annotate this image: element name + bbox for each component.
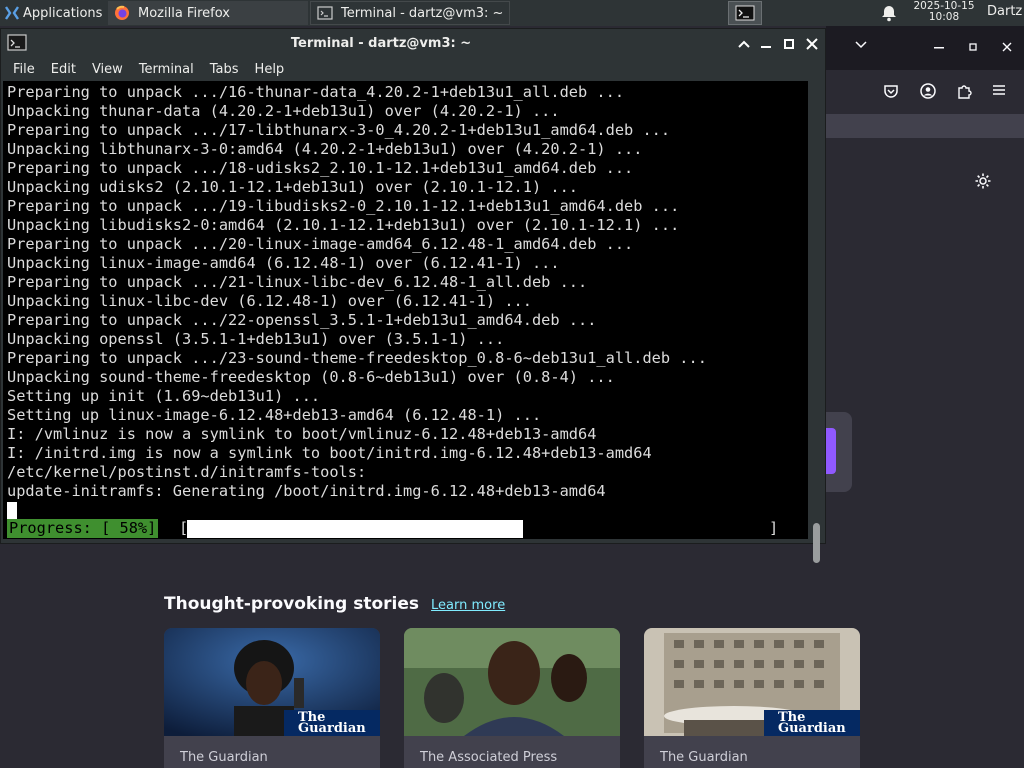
story-source: The Guardian	[660, 750, 748, 765]
notification-bell-icon[interactable]	[881, 4, 897, 22]
minimize-icon	[761, 46, 771, 48]
terminal-line: Setting up init (1.69~deb13u1) ...	[7, 387, 321, 405]
taskbar-terminal[interactable]: Terminal - dartz@vm3: ~	[310, 1, 510, 25]
terminal-lines: Preparing to unpack .../16-thunar-data_4…	[7, 83, 707, 501]
story-image	[404, 628, 620, 736]
terminal-cursor	[7, 502, 17, 519]
applications-label: Applications	[23, 5, 103, 21]
shade-button[interactable]	[735, 35, 753, 53]
scrollbar-thumb[interactable]	[813, 523, 820, 563]
guardian-logo: The Guardian	[764, 710, 860, 736]
terminal-line: Preparing to unpack .../21-linux-libc-de…	[7, 273, 588, 291]
terminal-icon	[317, 6, 333, 20]
learn-more-link[interactable]: Learn more	[431, 598, 505, 613]
stories-header: Thought-provoking stories Learn more	[164, 594, 505, 614]
settings-gear-icon[interactable]	[974, 172, 992, 190]
terminal-launcher-icon[interactable]	[728, 1, 762, 25]
terminal-line: Preparing to unpack .../18-udisks2_2.10.…	[7, 159, 634, 177]
story-source: The Guardian	[180, 750, 268, 765]
terminal-line: Preparing to unpack .../17-libthunarx-3-…	[7, 121, 671, 139]
progress-track	[187, 520, 767, 538]
terminal-line: Preparing to unpack .../19-libudisks2-0_…	[7, 197, 680, 215]
apt-progress-bar: Progress: [ 58%] [ ]	[7, 519, 807, 539]
terminal-title: Terminal - dartz@vm3: ~	[290, 36, 472, 51]
story-card[interactable]: The Associated Press	[404, 628, 620, 768]
terminal-line: Setting up linux-image-6.12.48+deb13-amd…	[7, 406, 542, 424]
terminal-line: Unpacking openssl (3.5.1-1+deb13u1) over…	[7, 330, 505, 348]
widget-accent	[826, 428, 836, 474]
terminal-line: Unpacking linux-libc-dev (6.12.48-1) ove…	[7, 292, 532, 310]
taskbar-firefox-title: Mozilla Firefox	[138, 5, 230, 21]
chevron-down-icon[interactable]	[854, 40, 868, 50]
terminal-line: Unpacking libudisks2-0:amd64 (2.10.1-12.…	[7, 216, 680, 234]
progress-label: Progress: [ 58%]	[7, 519, 159, 538]
terminal-line: Preparing to unpack .../22-openssl_3.5.1…	[7, 311, 597, 329]
story-card[interactable]: The Guardian The Guardian	[164, 628, 380, 768]
menu-view[interactable]: View	[92, 62, 123, 77]
menu-edit[interactable]: Edit	[51, 62, 76, 77]
progress-fill	[187, 520, 523, 538]
terminal-line: Unpacking sound-theme-freedesktop (0.8-6…	[7, 368, 615, 386]
menu-terminal[interactable]: Terminal	[139, 62, 194, 77]
clock[interactable]: 2025-10-15 10:08	[908, 1, 980, 23]
menu-file[interactable]: File	[13, 62, 35, 77]
terminal-line: Preparing to unpack .../23-sound-theme-f…	[7, 349, 707, 367]
xfce-logo-icon	[5, 6, 19, 20]
pocket-icon[interactable]	[883, 83, 899, 99]
progress-close-bracket: ]	[769, 519, 779, 537]
terminal-menubar: File Edit View Terminal Tabs Help	[1, 58, 825, 80]
close-button[interactable]	[803, 35, 821, 53]
terminal-window: Terminal - dartz@vm3: ~ File Edit View T…	[0, 28, 826, 563]
firefox-icon	[115, 5, 129, 20]
firefox-titlebar	[826, 26, 1024, 70]
story-source: The Associated Press	[420, 750, 558, 765]
firefox-toolbar	[826, 70, 1024, 114]
terminal-output[interactable]: Preparing to unpack .../16-thunar-data_4…	[3, 81, 808, 539]
bookmarks-strip	[826, 114, 1024, 138]
clock-time: 10:08	[928, 11, 960, 23]
story-image: The Guardian	[644, 628, 860, 736]
terminal-line: Unpacking udisks2 (2.10.1-12.1+deb13u1) …	[7, 178, 578, 196]
guardian-logo: The Guardian	[284, 710, 380, 736]
menu-icon[interactable]	[992, 84, 1006, 96]
terminal-line: Preparing to unpack .../20-linux-image-a…	[7, 235, 634, 253]
minimize-icon[interactable]	[934, 46, 944, 50]
terminal-titlebar[interactable]: Terminal - dartz@vm3: ~	[1, 29, 825, 58]
terminal-line: I: /vmlinuz is now a symlink to boot/vml…	[7, 425, 597, 443]
terminal-line: update-initramfs: Generating /boot/initr…	[7, 482, 606, 500]
extensions-icon[interactable]	[956, 83, 972, 99]
close-icon	[806, 38, 818, 50]
maximize-button[interactable]	[780, 35, 798, 53]
terminal-line: Unpacking thunar-data (4.20.2-1+deb13u1)…	[7, 102, 560, 120]
terminal-line: /etc/kernel/postinst.d/initramfs-tools:	[7, 463, 367, 481]
account-icon[interactable]	[920, 83, 936, 99]
menu-help[interactable]: Help	[255, 62, 285, 77]
terminal-line: Unpacking libthunarx-3-0:amd64 (4.20.2-1…	[7, 140, 643, 158]
taskbar-firefox[interactable]: Mozilla Firefox	[108, 1, 308, 25]
top-panel: Applications Mozilla Firefox Terminal - …	[0, 0, 1024, 26]
story-card[interactable]: The Guardian The Guardian	[644, 628, 860, 768]
applications-menu[interactable]: Applications	[0, 0, 110, 26]
maximize-icon[interactable]	[968, 42, 978, 52]
terminal-scrollbar[interactable]	[810, 81, 824, 563]
maximize-icon	[784, 39, 794, 49]
user-menu[interactable]: Dartz	[987, 4, 1022, 19]
close-icon[interactable]	[1002, 42, 1012, 52]
terminal-line: I: /initrd.img is now a symlink to boot/…	[7, 444, 652, 462]
menu-tabs[interactable]: Tabs	[210, 62, 239, 77]
terminal-line: Unpacking linux-image-amd64 (6.12.48-1) …	[7, 254, 560, 272]
terminal-line: Preparing to unpack .../16-thunar-data_4…	[7, 83, 625, 101]
taskbar-terminal-title: Terminal - dartz@vm3: ~	[341, 5, 504, 21]
minimize-button[interactable]	[757, 35, 775, 53]
chevron-up-icon	[738, 40, 750, 48]
stories-title: Thought-provoking stories	[164, 594, 420, 614]
story-image: The Guardian	[164, 628, 380, 736]
